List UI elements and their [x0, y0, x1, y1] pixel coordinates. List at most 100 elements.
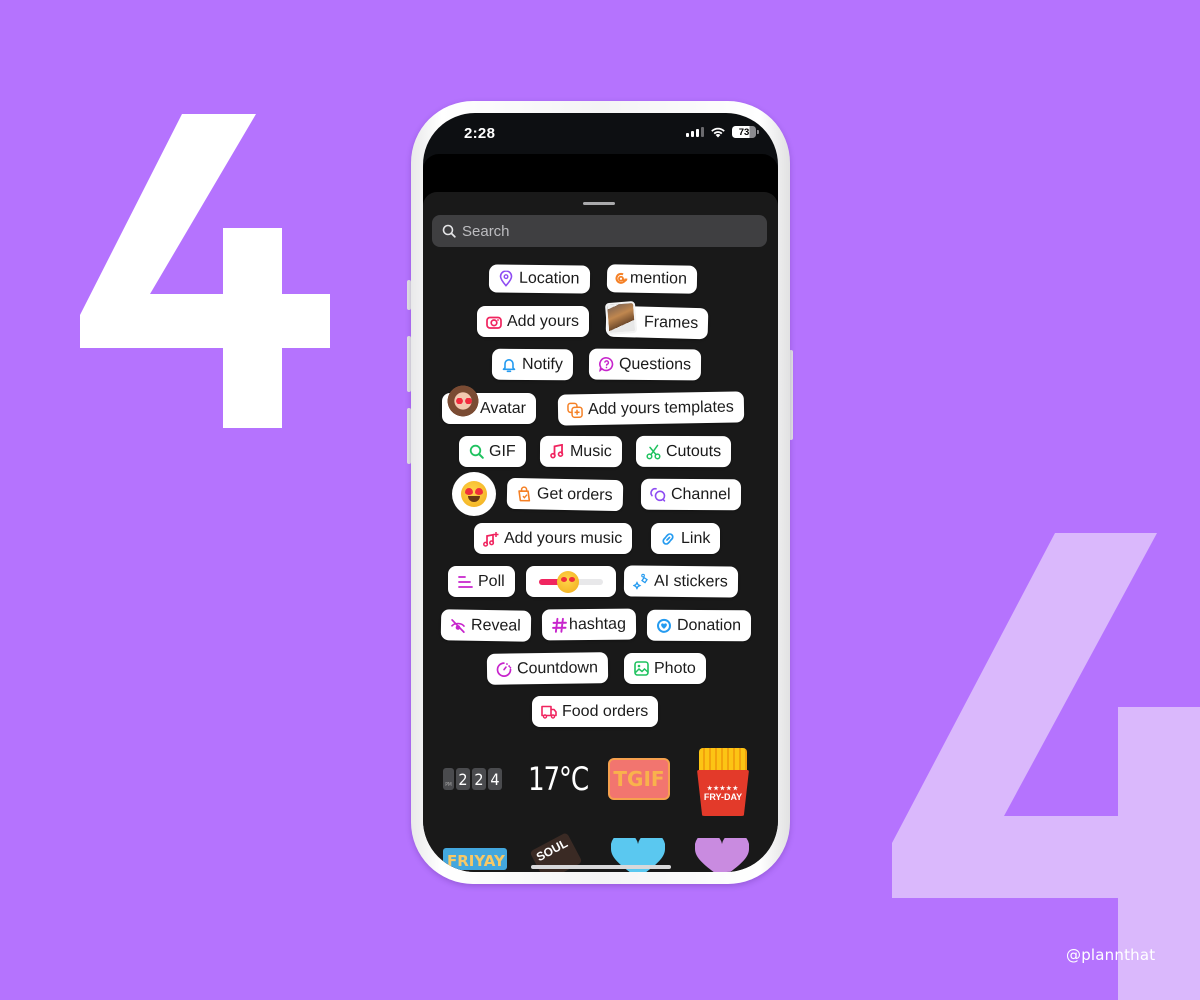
- sticker-label: Music: [569, 442, 612, 460]
- sticker-label: Donation: [676, 616, 742, 634]
- photo-frame-thumbnail: [604, 300, 638, 335]
- sticker-add-yours[interactable]: Add yours: [477, 306, 590, 337]
- sticker-label: Frames: [643, 313, 699, 332]
- sticker-label: mention: [629, 269, 688, 288]
- large-numeral-left: [80, 114, 332, 430]
- search-icon: [468, 444, 484, 460]
- channel-bubbles-icon: [650, 486, 666, 502]
- question-bubble-icon: [598, 356, 614, 372]
- numeral-4-left-shape: [80, 114, 330, 428]
- sticker-label: Channel: [670, 485, 731, 503]
- sticker-reveal[interactable]: Reveal: [440, 609, 532, 642]
- donation-heart-icon: [656, 617, 672, 633]
- sticker-purple-heart[interactable]: [695, 838, 749, 872]
- poll-lines-icon: [457, 574, 473, 590]
- sticker-get-orders[interactable]: Get orders: [506, 477, 623, 512]
- sticker-food-orders[interactable]: Food orders: [532, 696, 659, 727]
- avatar-thumbnail: [446, 385, 480, 423]
- clock-period: PM: [443, 768, 454, 790]
- sticker-clock[interactable]: PM 2 2 4: [443, 768, 502, 790]
- bell-icon: [501, 356, 517, 372]
- sticker-temperature[interactable]: 17°C: [528, 760, 589, 798]
- sticker-frames[interactable]: Frames: [604, 300, 709, 340]
- link-icon: [660, 531, 676, 547]
- music-note-icon: [549, 443, 565, 459]
- sticker-tgif[interactable]: TGIF: [608, 758, 670, 800]
- sticker-label: Add yours music: [504, 529, 623, 547]
- phone-screen: 2:28 73 Search Location mention Add your…: [423, 113, 778, 872]
- music-plus-icon: [483, 531, 499, 547]
- heart-eyes-emoji: [461, 481, 487, 507]
- watermark-handle: @plannthat: [1066, 946, 1156, 964]
- numeral-4-right-shape: [892, 533, 1200, 1000]
- sticker-label: Reveal: [470, 616, 521, 635]
- cellular-signal-icon: [686, 127, 704, 137]
- sticker-label: Link: [681, 529, 711, 547]
- sticker-label: Food orders: [562, 702, 649, 720]
- hashtag-icon: [551, 617, 567, 633]
- sticker-grid: Location mention Add yours Frames Notify…: [423, 192, 778, 872]
- eye-off-icon: [450, 617, 466, 633]
- sticker-label: Add yours: [507, 312, 580, 330]
- heart-eyes-emoji-knob[interactable]: [556, 570, 579, 593]
- sticker-label: Cutouts: [665, 442, 722, 460]
- sticker-countdown[interactable]: Countdown: [486, 652, 609, 685]
- shopping-bag-icon: [516, 485, 532, 502]
- sticker-cutouts[interactable]: Cutouts: [635, 435, 732, 468]
- clock-digit: 4: [488, 768, 502, 790]
- sticker-emoji-slider[interactable]: [526, 566, 616, 597]
- wifi-icon: [711, 127, 725, 138]
- image-icon: [633, 661, 649, 677]
- sticker-label: Countdown: [516, 658, 599, 677]
- sticker-label: Notify: [521, 355, 563, 373]
- sticker-channel[interactable]: Channel: [640, 478, 741, 511]
- sticker-music[interactable]: Music: [539, 435, 622, 468]
- battery-indicator: 73: [732, 126, 759, 138]
- large-numeral-right: [892, 533, 1200, 1000]
- sticker-location[interactable]: Location: [488, 264, 590, 294]
- sticker-gif[interactable]: GIF: [459, 436, 526, 467]
- sticker-avatar[interactable]: Avatar: [442, 385, 536, 424]
- sticker-label: Avatar: [480, 399, 526, 417]
- sticker-label: Get orders: [536, 484, 613, 504]
- sticker-label: Location: [518, 269, 580, 288]
- sticker-label: Questions: [618, 355, 692, 373]
- status-bar: 2:28 73: [423, 113, 778, 157]
- sticker-label: Add yours templates: [587, 398, 734, 418]
- sticker-sheet: Search Location mention Add yours Frames…: [423, 192, 778, 872]
- sticker-notify[interactable]: Notify: [491, 348, 574, 381]
- avatar-heart-eyes: [455, 398, 473, 404]
- threads-at-icon: [613, 270, 629, 286]
- status-time: 2:28: [464, 125, 496, 142]
- delivery-truck-icon: [541, 704, 557, 720]
- camera-icon: [486, 314, 502, 330]
- sticker-emoji-reaction[interactable]: [452, 472, 496, 516]
- sticker-mention[interactable]: mention: [606, 264, 698, 294]
- fries-box: ★★★★★ FRY-DAY: [697, 770, 749, 816]
- clock-digit: 2: [472, 768, 486, 790]
- sticker-donation[interactable]: Donation: [646, 609, 752, 642]
- sticker-hashtag[interactable]: hashtag: [541, 608, 637, 641]
- emoji-slider-track[interactable]: [539, 570, 603, 593]
- sticker-label: AI stickers: [653, 572, 728, 590]
- sticker-fry-day[interactable]: ★★★★★ FRY-DAY: [695, 748, 751, 818]
- sticker-friyay[interactable]: FRIYAY: [443, 848, 507, 870]
- clock-digit: 2: [456, 768, 470, 790]
- sticker-poll[interactable]: Poll: [448, 566, 515, 597]
- sticker-photo[interactable]: Photo: [624, 653, 706, 684]
- sticker-questions[interactable]: Questions: [588, 348, 702, 381]
- sticker-add-yours-templates[interactable]: Add yours templates: [557, 391, 745, 426]
- timer-icon: [496, 661, 512, 677]
- sticker-link[interactable]: Link: [651, 523, 721, 554]
- scissors-icon: [645, 443, 661, 459]
- location-pin-icon: [498, 270, 514, 287]
- status-icons: 73: [686, 126, 759, 138]
- sticker-ai-stickers[interactable]: AI stickers: [623, 565, 738, 598]
- phone-frame: 2:28 73 Search Location mention Add your…: [411, 101, 790, 884]
- add-templates-icon: [567, 402, 583, 418]
- sticker-label: Photo: [654, 659, 696, 677]
- sticker-add-yours-music[interactable]: Add yours music: [474, 523, 633, 554]
- sticker-label: hashtag: [568, 615, 627, 633]
- home-indicator[interactable]: [531, 865, 671, 869]
- sparkle-stickers-icon: [632, 573, 649, 590]
